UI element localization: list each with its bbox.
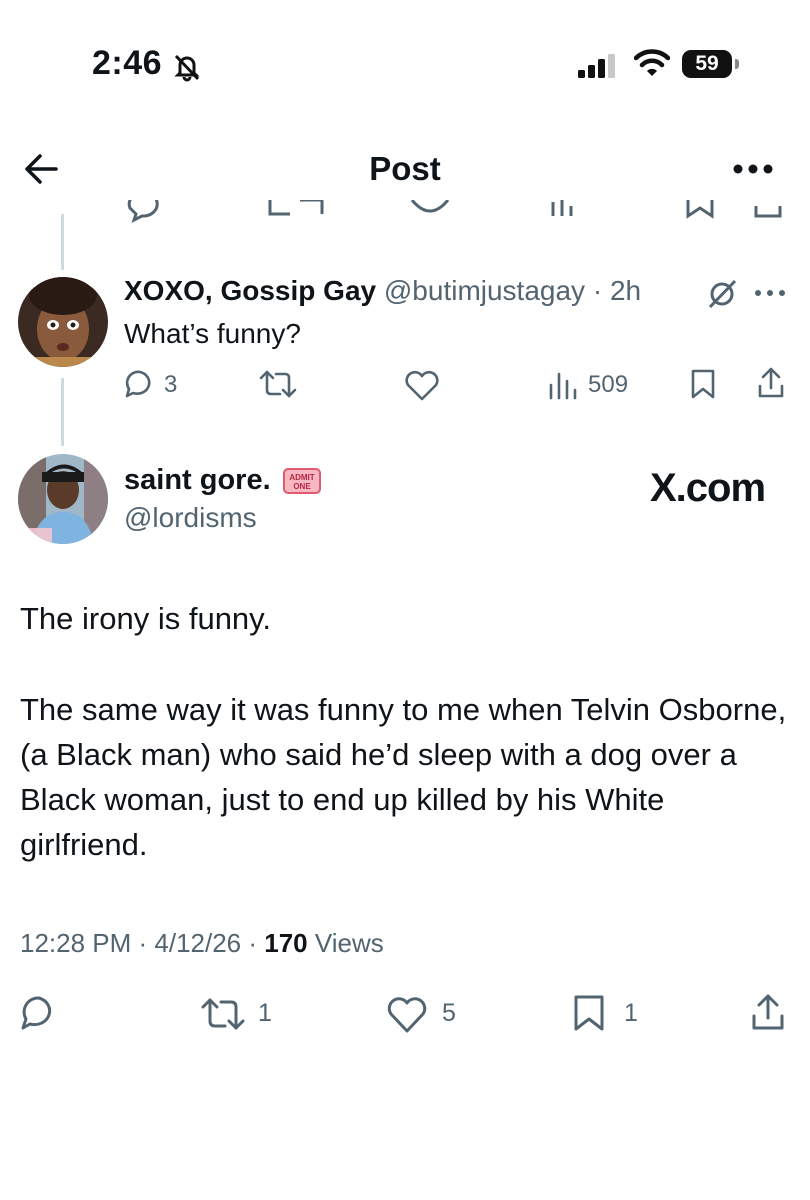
status-time: 2:46 — [92, 44, 163, 82]
more-icon[interactable] — [730, 156, 776, 182]
thread-line — [61, 214, 64, 270]
post-paragraph: The irony is funny. — [20, 601, 271, 636]
share-icon[interactable] — [750, 992, 786, 1032]
reply-count: 3 — [164, 371, 178, 398]
views-label: Views — [307, 928, 384, 958]
handle-time[interactable]: @butimjustagay · 2h — [384, 275, 641, 306]
reply-author-line: XOXO, Gossip Gay @butimjustagay · 2h — [124, 275, 641, 307]
thread-line — [61, 378, 64, 446]
views-count: 509 — [588, 371, 629, 398]
bookmark-count: 1 — [624, 999, 638, 1027]
reply-text: What’s funny? — [124, 318, 301, 349]
like-icon[interactable] — [404, 370, 440, 402]
like-icon[interactable] — [386, 996, 428, 1034]
post-meta: 12:28 PM · 4/12/26 · 170 Views — [20, 928, 384, 959]
views-icon[interactable] — [548, 370, 578, 400]
reply-icon[interactable] — [20, 994, 58, 1032]
avatar[interactable] — [18, 454, 108, 544]
grok-icon[interactable] — [706, 278, 738, 310]
repost-count: 1 — [258, 999, 272, 1027]
more-icon[interactable] — [752, 286, 788, 300]
bookmark-icon[interactable] — [690, 368, 716, 400]
battery-indicator: 59 — [682, 50, 732, 78]
post-paragraph: The same way it was funny to me when Tel… — [20, 692, 787, 862]
repost-icon[interactable] — [200, 996, 246, 1032]
display-name[interactable]: XOXO, Gossip Gay — [124, 275, 376, 306]
avatar[interactable] — [18, 277, 108, 367]
views-count: 170 — [264, 928, 308, 958]
bookmark-icon[interactable] — [572, 994, 606, 1032]
wifi-icon — [634, 48, 670, 78]
post-body: The irony is funny. The same way it was … — [20, 596, 800, 913]
previous-post-actions-clipped — [0, 200, 810, 224]
battery-tip — [735, 59, 739, 69]
display-name[interactable]: saint gore. — [124, 464, 271, 497]
page-title: Post — [369, 150, 441, 187]
reply-icon[interactable] — [124, 368, 156, 400]
repost-icon[interactable] — [258, 368, 298, 400]
handle[interactable]: @lordisms — [124, 502, 257, 534]
signal-icon — [578, 54, 620, 78]
admit-one-ticket-icon: ADMIT ONE — [283, 468, 321, 494]
x-com-watermark: X.com — [650, 466, 766, 510]
share-icon[interactable] — [756, 366, 786, 400]
timestamp: 12:28 PM · 4/12/26 · — [20, 928, 265, 958]
like-count: 5 — [442, 999, 456, 1027]
bell-slash-icon — [172, 52, 202, 82]
